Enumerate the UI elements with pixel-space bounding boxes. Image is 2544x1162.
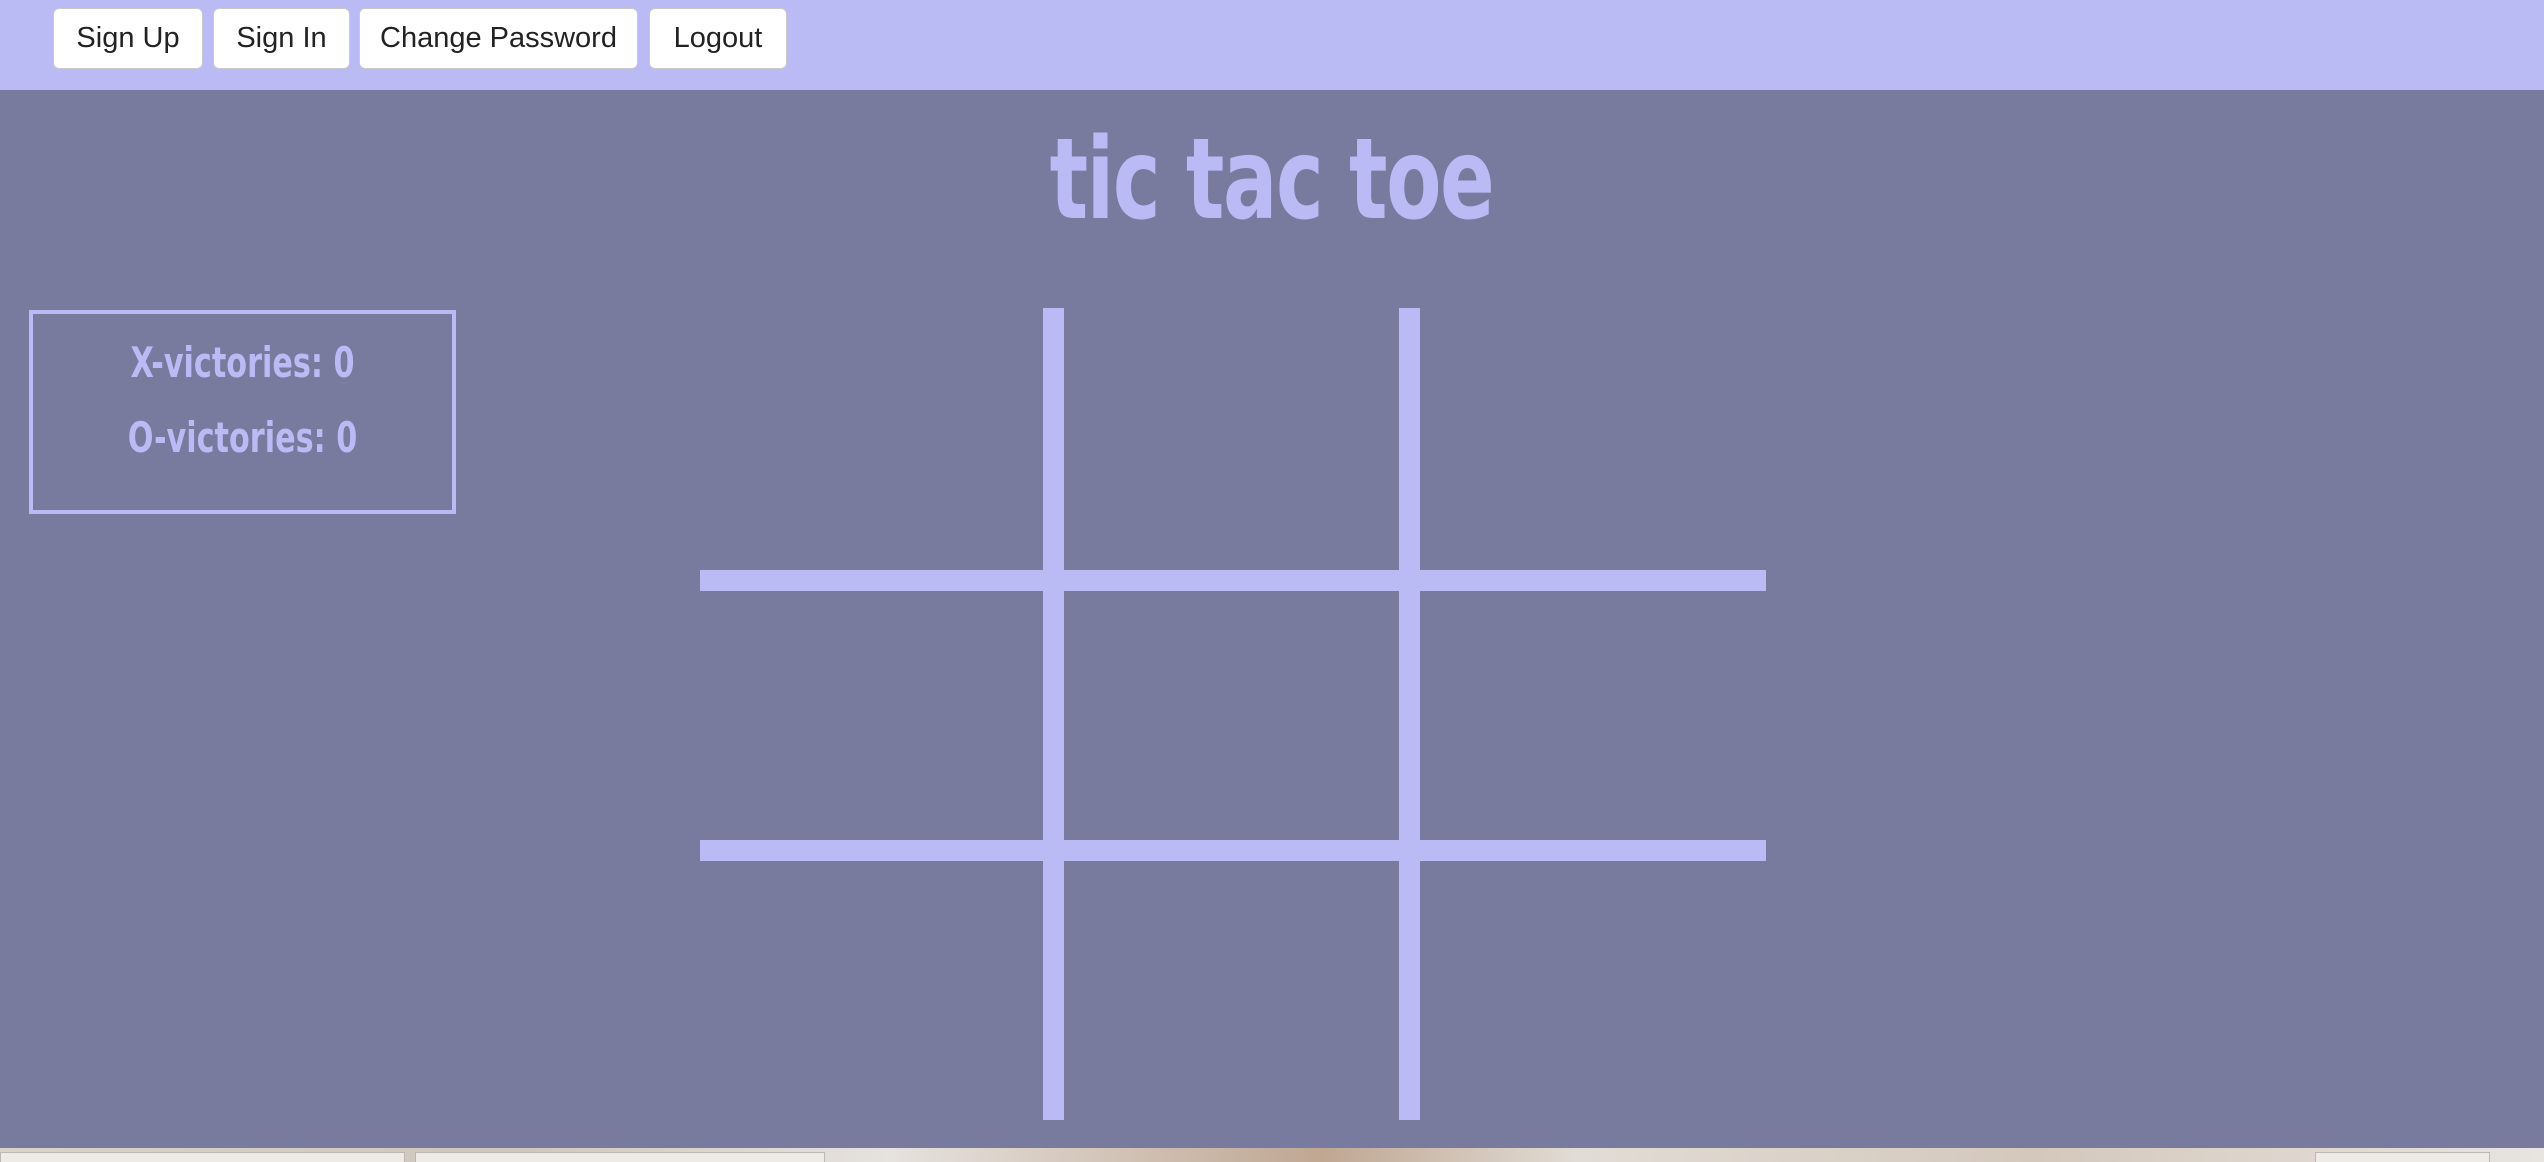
sign-up-button[interactable]: Sign Up: [53, 8, 203, 69]
top-nav-bar: Sign Up Sign In Change Password Logout: [0, 0, 2544, 90]
taskbar-tab[interactable]: [415, 1152, 825, 1162]
board-cell-0[interactable]: [700, 308, 1043, 570]
taskbar-tab[interactable]: [2315, 1152, 2490, 1162]
logout-button[interactable]: Logout: [649, 8, 787, 69]
board-cell-1[interactable]: [1064, 308, 1399, 570]
x-victories-count: 0: [333, 338, 355, 387]
o-victories-label: O-victories:: [127, 413, 337, 462]
change-password-button[interactable]: Change Password: [359, 8, 638, 69]
board-cell-2[interactable]: [1420, 308, 1766, 570]
board-cell-7[interactable]: [1064, 861, 1399, 1120]
taskbar-tab[interactable]: [0, 1152, 405, 1162]
o-victories-count: 0: [336, 413, 358, 462]
board-cell-5[interactable]: [1420, 591, 1766, 840]
board-cell-8[interactable]: [1420, 861, 1766, 1120]
o-victories-line: O-victories: 0: [92, 413, 394, 462]
board-cell-6[interactable]: [700, 861, 1043, 1120]
sign-in-button[interactable]: Sign In: [213, 8, 350, 69]
board-grid-line: [700, 570, 1766, 591]
board-grid-line: [1399, 308, 1420, 1120]
x-victories-line: X-victories: 0: [92, 338, 394, 387]
scoreboard: X-victories: 0 O-victories: 0: [29, 310, 456, 514]
page-title: tic tac toe: [1049, 115, 1495, 245]
x-victories-label: X-victories:: [130, 338, 334, 387]
board-grid-line: [700, 840, 1766, 861]
board-cell-3[interactable]: [700, 591, 1043, 840]
board-cell-4[interactable]: [1064, 591, 1399, 840]
board-grid-line: [1043, 308, 1064, 1120]
